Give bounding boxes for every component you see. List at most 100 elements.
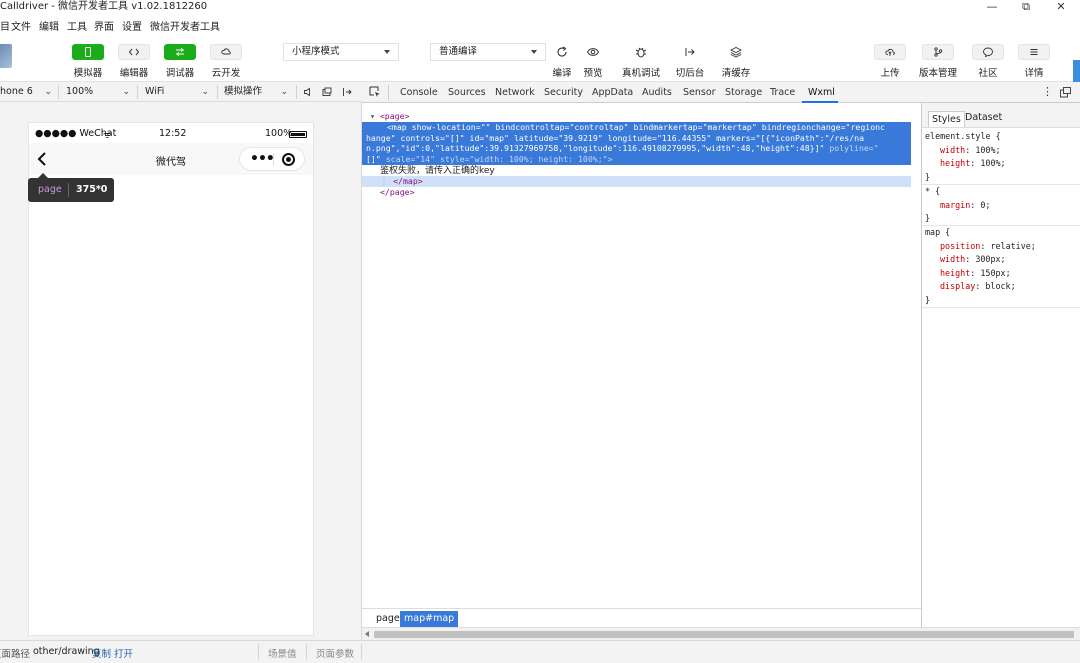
code-icon bbox=[129, 48, 139, 56]
breadcrumb-map[interactable]: map#map bbox=[400, 611, 459, 627]
menu-item-project[interactable]: 目 bbox=[0, 18, 10, 33]
wxml-map-close: ⋮ </map> bbox=[380, 176, 423, 186]
style-property[interactable]: position: relative; bbox=[940, 240, 1036, 254]
open-path-link[interactable]: 打开 bbox=[114, 646, 133, 660]
debugger-button[interactable] bbox=[164, 44, 196, 60]
version-button[interactable] bbox=[922, 44, 954, 60]
minimize-button[interactable]: — bbox=[977, 0, 1007, 14]
details-button[interactable] bbox=[1018, 44, 1050, 60]
inspect-element-icon[interactable] bbox=[369, 86, 381, 98]
devtools-tabbar: Console Sources Network Security AppData… bbox=[362, 82, 1080, 103]
compile-select-value: 普通编译 bbox=[439, 46, 478, 57]
restore-button[interactable]: ⧉ bbox=[1011, 0, 1041, 14]
page-params-button[interactable]: 页面参数 bbox=[316, 646, 354, 660]
menu-item-file[interactable]: 文件 bbox=[11, 18, 31, 33]
wxml-page-open[interactable]: ▾ <page> bbox=[370, 111, 409, 122]
cloud-label: 云开发 bbox=[211, 68, 241, 79]
tab-wxml[interactable]: Wxml bbox=[808, 87, 835, 98]
collapse-arrow-icon[interactable]: ▾ bbox=[370, 111, 375, 121]
tab-dataset[interactable]: Dataset bbox=[962, 110, 1005, 126]
divider bbox=[306, 644, 307, 660]
divider bbox=[217, 85, 218, 99]
simulator-button[interactable] bbox=[72, 44, 104, 60]
avatar[interactable] bbox=[0, 44, 12, 68]
chat-bubble-icon bbox=[983, 47, 993, 57]
copy-path-link[interactable]: 复制 bbox=[92, 646, 111, 660]
wxml-map-line-3: n.png","id":0,"latitude":39.91327969758,… bbox=[366, 143, 879, 154]
style-property[interactable]: width: 300px; bbox=[940, 253, 1006, 267]
divider bbox=[137, 85, 138, 99]
wxml-text-node[interactable]: 鉴权失败，请传入正确的key bbox=[380, 166, 495, 177]
horizontal-scrollbar[interactable] bbox=[362, 627, 1080, 640]
tab-sources[interactable]: Sources bbox=[448, 87, 486, 98]
menu-item-view[interactable]: 界面 bbox=[94, 18, 114, 33]
divider bbox=[388, 85, 389, 100]
tab-console[interactable]: Console bbox=[400, 87, 438, 98]
style-property[interactable]: height: 100%; bbox=[940, 157, 1006, 171]
style-property[interactable]: width: 100%; bbox=[940, 144, 1001, 158]
divider bbox=[58, 85, 59, 99]
tab-storage[interactable]: Storage bbox=[725, 87, 762, 98]
cloud-button[interactable] bbox=[210, 44, 242, 60]
menu-item-tools[interactable]: 工具 bbox=[67, 18, 87, 33]
menu-item-settings[interactable]: 设置 bbox=[122, 18, 142, 33]
style-rule-selector: map { bbox=[925, 227, 951, 237]
device-select[interactable]: hone 6 ⌄ bbox=[0, 84, 54, 100]
remote-debug-button[interactable] bbox=[631, 44, 651, 60]
rotate-button[interactable] bbox=[320, 85, 334, 99]
refresh-icon bbox=[557, 46, 567, 57]
wxml-map-close-row[interactable]: ⋮ </map> bbox=[362, 176, 911, 187]
more-options-icon[interactable]: ⋮ bbox=[1042, 85, 1053, 98]
wxml-tree[interactable]: ▾ <page> <map show-location="" bindcontr… bbox=[362, 103, 921, 608]
style-property[interactable]: margin: 0; bbox=[940, 199, 990, 213]
operation-select[interactable]: 模拟操作 ⌄ bbox=[224, 84, 290, 100]
tab-sensor[interactable]: Sensor bbox=[683, 87, 716, 98]
scroll-left-icon[interactable] bbox=[365, 631, 369, 637]
backstage-button[interactable] bbox=[680, 44, 700, 60]
tab-appdata[interactable]: AppData bbox=[592, 87, 633, 98]
scene-value-button[interactable]: 场景值 bbox=[268, 646, 297, 660]
upload-button[interactable] bbox=[874, 44, 906, 60]
bottom-status-bar: 页面路径 other/drawing 复制 打开 场景值 页面参数 bbox=[0, 640, 1080, 663]
zoom-select[interactable]: 100% ⌄ bbox=[66, 84, 132, 100]
undock-icon[interactable] bbox=[1060, 87, 1071, 98]
network-select[interactable]: WiFi ⌄ bbox=[145, 84, 211, 100]
dock-right-icon bbox=[343, 88, 352, 96]
wxml-map-line-2: hange" controls="[]" id="map" latitude="… bbox=[366, 132, 865, 143]
dock-button[interactable] bbox=[340, 85, 354, 99]
compile-select[interactable]: 普通编译 bbox=[430, 43, 546, 61]
tab-audits[interactable]: Audits bbox=[642, 87, 672, 98]
chevron-down-icon: ⌄ bbox=[122, 87, 130, 97]
editor-button[interactable] bbox=[118, 44, 150, 60]
community-button[interactable] bbox=[972, 44, 1004, 60]
device-select-value: hone 6 bbox=[0, 86, 33, 97]
menu-bar: 目 文件 编辑 工具 界面 设置 微信开发者工具 bbox=[0, 14, 1080, 34]
menu-item-edit[interactable]: 编辑 bbox=[39, 18, 59, 33]
compile-button[interactable] bbox=[552, 44, 572, 60]
style-property[interactable]: display: block; bbox=[940, 280, 1016, 294]
clear-cache-button[interactable] bbox=[726, 44, 746, 60]
more-dots-icon[interactable]: ••• bbox=[250, 151, 275, 167]
close-miniprogram-icon[interactable] bbox=[282, 153, 295, 166]
style-property[interactable]: height: 150px; bbox=[940, 267, 1011, 281]
tab-styles[interactable]: Styles bbox=[928, 111, 965, 127]
tab-security[interactable]: Security bbox=[544, 87, 583, 98]
style-rule-selector: element.style { bbox=[925, 131, 1001, 141]
title-bar: Calldriver - 微信开发者工具 v1.02.1812260 — ⧉ ✕ bbox=[0, 0, 1080, 14]
tab-network[interactable]: Network bbox=[495, 87, 535, 98]
eye-icon bbox=[587, 48, 599, 56]
menu-item-devtools[interactable]: 微信开发者工具 bbox=[150, 18, 220, 33]
tab-trace[interactable]: Trace bbox=[770, 87, 795, 98]
preview-button[interactable] bbox=[583, 44, 603, 60]
mode-select[interactable]: 小程序模式 bbox=[283, 43, 399, 61]
wxml-page-close[interactable]: </page> bbox=[380, 187, 415, 198]
wxml-selected-node[interactable]: <map show-location="" bindcontroltap="co… bbox=[362, 122, 911, 165]
wxml-map-line-4: []" scale="14" style="width: 100%; heigh… bbox=[366, 153, 613, 164]
battery-icon bbox=[289, 131, 307, 138]
scrollbar-thumb[interactable] bbox=[374, 631, 1074, 638]
breadcrumb-page[interactable]: page bbox=[372, 611, 404, 627]
close-button[interactable]: ✕ bbox=[1046, 0, 1076, 14]
volume-button[interactable] bbox=[301, 85, 315, 99]
capsule-menu[interactable]: ••• bbox=[239, 147, 305, 171]
chevron-down-icon bbox=[384, 50, 390, 54]
